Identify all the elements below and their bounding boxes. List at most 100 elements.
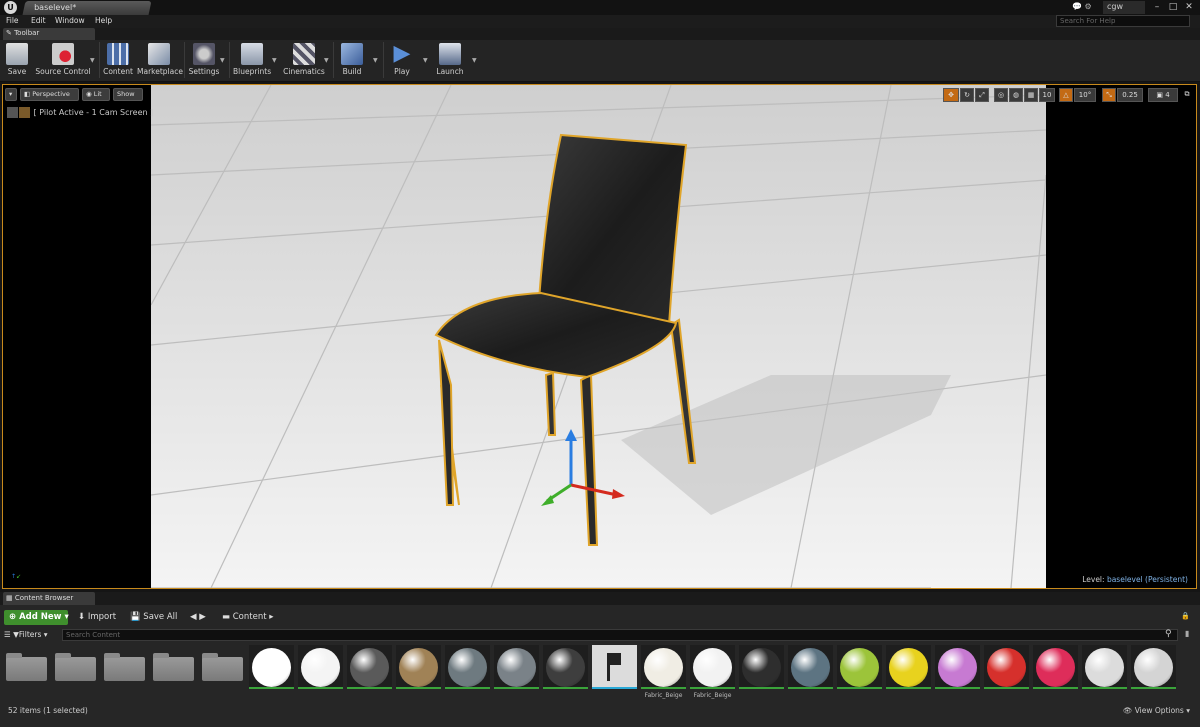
folder-item[interactable]: [200, 645, 245, 703]
blueprints-button[interactable]: Blueprints: [233, 40, 271, 80]
launch-dropdown-icon[interactable]: ▼: [472, 57, 477, 64]
asset-name: Fabric_Beige: [644, 692, 683, 699]
scale-tool-icon[interactable]: ⤢: [975, 88, 989, 102]
material-sphere-icon: [350, 648, 389, 687]
maximize-viewport-icon[interactable]: ⧉: [1181, 88, 1193, 102]
folder-icon: [55, 653, 96, 681]
asset-item[interactable]: [396, 645, 441, 703]
search-help-input[interactable]: Search For Help: [1056, 15, 1190, 27]
asset-item[interactable]: [788, 645, 833, 703]
asset-item[interactable]: [1131, 645, 1176, 703]
menu-edit[interactable]: Edit: [31, 16, 46, 25]
settings-button[interactable]: Settings: [188, 40, 220, 80]
scale-snap-value[interactable]: 0.25: [1117, 88, 1143, 102]
source-control-dropdown-icon[interactable]: ▼: [90, 57, 95, 64]
content-browser-tab[interactable]: ▦ Content Browser: [3, 592, 95, 605]
asset-item[interactable]: [837, 645, 882, 703]
asset-item[interactable]: Fabric_Beige: [641, 645, 686, 703]
viewport-scene[interactable]: [151, 85, 1046, 588]
viewport-options-button[interactable]: ▾: [5, 88, 17, 101]
filters-button[interactable]: ☰ ▼Filters ▾: [4, 630, 48, 639]
asset-item[interactable]: [935, 645, 980, 703]
lit-button[interactable]: ◉ Lit: [82, 88, 110, 101]
scrollbar[interactable]: ▮: [1185, 629, 1189, 638]
content-browser-tab-label: Content Browser: [14, 594, 74, 602]
camera-icon[interactable]: [19, 107, 30, 118]
level-tab[interactable]: baselevel*: [22, 1, 152, 15]
asset-item[interactable]: [249, 645, 294, 703]
settings-dropdown-icon[interactable]: ▼: [220, 57, 225, 64]
translate-tool-icon[interactable]: ✥: [943, 88, 959, 102]
menu-help[interactable]: Help: [95, 16, 112, 25]
path-breadcrumb[interactable]: ▬ Content ▸: [222, 612, 274, 622]
asset-item[interactable]: [445, 645, 490, 703]
cinematics-dropdown-icon[interactable]: ▼: [324, 57, 329, 64]
scale-snap-icon[interactable]: ⤡: [1102, 88, 1116, 102]
build-dropdown-icon[interactable]: ▼: [373, 57, 378, 64]
folder-icon: [202, 653, 243, 681]
toolbar-divider: [99, 42, 100, 78]
view-options-button[interactable]: 👁 View Options ▾: [1123, 706, 1190, 715]
grid-snap-icon[interactable]: ▦: [1024, 88, 1038, 102]
content-search-input[interactable]: Search Content: [62, 629, 1178, 641]
history-back-icon[interactable]: ◀ ▶: [190, 612, 206, 622]
build-label: Build: [342, 67, 362, 76]
asset-item[interactable]: [886, 645, 931, 703]
cinematics-button[interactable]: Cinematics: [283, 40, 325, 80]
perspective-button[interactable]: ◧ Perspective: [20, 88, 79, 101]
eject-icon[interactable]: [7, 107, 18, 118]
user-name[interactable]: cgw: [1103, 1, 1145, 14]
asset-item[interactable]: [494, 645, 539, 703]
play-button[interactable]: ▶ Play: [387, 40, 417, 80]
marketplace-button[interactable]: Marketplace: [137, 40, 183, 80]
camera-speed-button[interactable]: ▣ 4: [1148, 88, 1178, 102]
play-dropdown-icon[interactable]: ▼: [423, 57, 428, 64]
level-viewport[interactable]: ▾ ◧ Perspective ◉ Lit Show [ Pilot Activ…: [2, 84, 1197, 589]
toolbar-tab[interactable]: ✎ Toolbar: [3, 28, 95, 40]
asset-type-bar: [249, 687, 294, 689]
close-button[interactable]: ✕: [1182, 1, 1196, 13]
asset-item[interactable]: [739, 645, 784, 703]
show-button[interactable]: Show: [113, 88, 143, 101]
blueprints-dropdown-icon[interactable]: ▼: [272, 57, 277, 64]
rotation-snap-icon[interactable]: △: [1059, 88, 1073, 102]
maximize-button[interactable]: □: [1166, 1, 1180, 13]
rotate-tool-icon[interactable]: ↻: [960, 88, 974, 102]
material-sphere-icon: [448, 648, 487, 687]
menu-window[interactable]: Window: [55, 16, 85, 25]
folder-item[interactable]: [4, 645, 49, 703]
add-new-button[interactable]: ⊕ Add New ▾: [4, 610, 69, 625]
source-control-button[interactable]: Source Control: [35, 40, 91, 80]
axis-indicator-icon: ↑↙: [11, 573, 22, 580]
rotation-snap-value[interactable]: 10°: [1074, 88, 1096, 102]
notification-icon[interactable]: 💬 ⚙: [1072, 2, 1092, 11]
save-button[interactable]: Save: [4, 40, 30, 80]
world-space-icon[interactable]: ◎: [994, 88, 1008, 102]
import-button[interactable]: ⬇ Import: [78, 612, 116, 622]
asset-item[interactable]: [984, 645, 1029, 703]
asset-item[interactable]: [592, 645, 637, 703]
asset-thumbnail: [396, 645, 441, 689]
launch-button[interactable]: Launch: [434, 40, 466, 80]
save-all-button[interactable]: 💾 Save All: [130, 612, 177, 622]
asset-item[interactable]: [1033, 645, 1078, 703]
grid-snap-value[interactable]: 10: [1039, 88, 1055, 102]
menu-file[interactable]: File: [6, 16, 19, 25]
show-label: Show: [117, 90, 135, 98]
minimize-button[interactable]: –: [1150, 1, 1164, 13]
folder-item[interactable]: [151, 645, 196, 703]
pilot-indicator[interactable]: [ Pilot Active - 1 Cam Screen ]: [7, 107, 153, 118]
build-button[interactable]: Build: [337, 40, 367, 80]
asset-item[interactable]: [298, 645, 343, 703]
surface-snap-icon[interactable]: ◍: [1009, 88, 1023, 102]
asset-item[interactable]: Fabric_Beige: [690, 645, 735, 703]
cinematics-label: Cinematics: [283, 67, 325, 76]
content-button[interactable]: Content: [103, 40, 133, 80]
asset-item[interactable]: [347, 645, 392, 703]
asset-item[interactable]: [1082, 645, 1127, 703]
unreal-logo-icon: U: [4, 1, 17, 14]
folder-item[interactable]: [102, 645, 147, 703]
folder-item[interactable]: [53, 645, 98, 703]
lock-icon[interactable]: 🔒: [1181, 612, 1190, 620]
asset-item[interactable]: [543, 645, 588, 703]
